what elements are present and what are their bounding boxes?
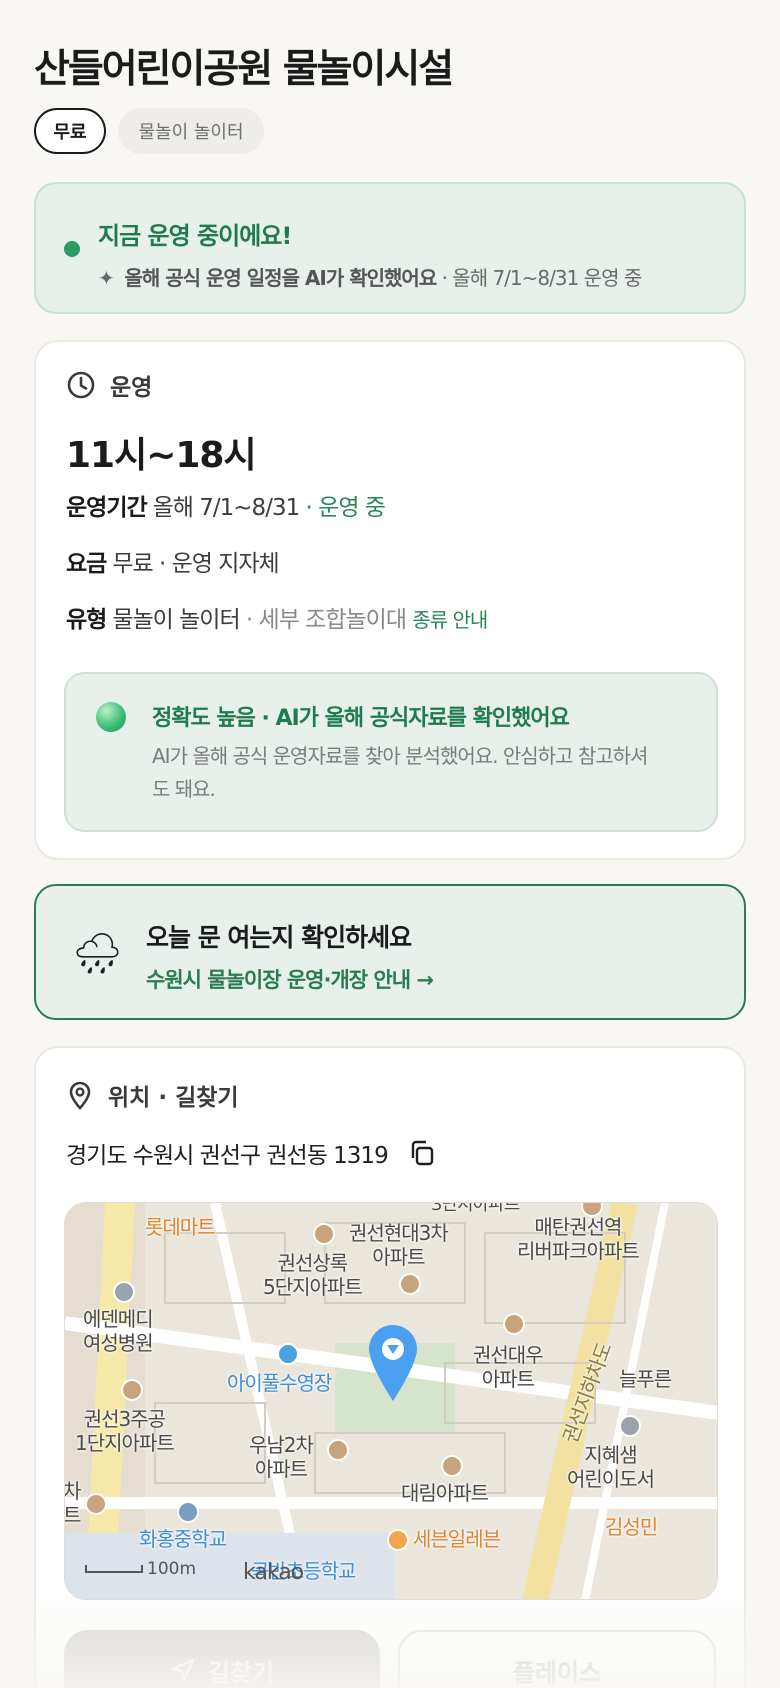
page: 산들어린이공원 물놀이시설 무료 물놀이 놀이터 지금 운영 중이에요! ✦ 올… xyxy=(0,0,780,1688)
type-value: 물놀이 놀이터 xyxy=(112,607,240,633)
rain-cloud-icon: 🌧 xyxy=(72,931,123,977)
navigation-arrow-icon xyxy=(171,1658,195,1682)
sparkle-icon: ✦ xyxy=(98,266,115,290)
notice-link[interactable]: 수원시 물놀이장 운영·개장 안내 → xyxy=(146,964,434,994)
accuracy-box: 정확도 높음 · AI가 올해 공식자료를 확인했어요 AI가 올해 공식 운영… xyxy=(64,672,718,832)
place-button-label: 플레이스 xyxy=(512,1658,602,1687)
type-label: 유형 xyxy=(66,607,107,633)
apartment-icon xyxy=(121,1379,143,1401)
swimming-pool-icon xyxy=(277,1343,299,1365)
map-label-pool[interactable]: 아이풀수영장 xyxy=(227,1371,332,1395)
fee-value: 무료 · 운영 지자체 xyxy=(112,551,279,577)
map-label-seven-eleven[interactable]: 세븐일레븐 xyxy=(413,1527,501,1551)
apartment-icon xyxy=(441,1455,463,1477)
period-value: 올해 7/1~8/31 xyxy=(152,495,301,521)
status-period: · 올해 7/1~8/31 운영 중 xyxy=(436,266,643,290)
library-icon xyxy=(619,1415,641,1437)
apartment-icon xyxy=(503,1313,525,1335)
map-label-daelim[interactable]: 대림아파트 xyxy=(401,1481,489,1505)
address-text: 경기도 수원시 권선구 권선동 1319 xyxy=(66,1143,389,1169)
map-scale: 100m xyxy=(85,1559,196,1579)
hours-section-header: 운영 xyxy=(66,368,152,402)
fee-row: 요금 무료 · 운영 지자체 xyxy=(66,544,280,578)
fee-chip[interactable]: 무료 xyxy=(34,108,106,154)
status-verified: 올해 공식 운영 일정을 AI가 확인했어요 xyxy=(124,266,437,290)
kakao-map-logo: kakao xyxy=(243,1560,304,1585)
period-row: 운영기간 올해 7/1~8/31 · 운영 중 xyxy=(66,488,386,522)
map-label-maetan[interactable]: 매탄권선역 리버파크아파트 xyxy=(517,1215,640,1263)
location-card: 위치 · 길찾기 경기도 수원시 권선구 권선동 1319 롯데마트 3단지아파… xyxy=(34,1046,746,1688)
place-button[interactable]: 플레이스 xyxy=(398,1630,716,1688)
fee-label: 요금 xyxy=(66,551,107,577)
map-label-kimsung[interactable]: 김성민 xyxy=(605,1515,658,1539)
map-label-jihye[interactable]: 지혜샘 어린이도서 xyxy=(567,1443,655,1491)
location-section-title: 위치 · 길찾기 xyxy=(108,1085,239,1111)
school-icon xyxy=(177,1501,199,1523)
status-dot-icon xyxy=(64,241,80,257)
period-status: · 운영 중 xyxy=(305,495,386,521)
status-headline: 지금 운영 중이에요! xyxy=(98,222,292,250)
map-label-hyundai[interactable]: 권선현대3차 아파트 xyxy=(349,1221,449,1269)
apartment-icon xyxy=(85,1493,107,1515)
map-label-lotte-mart[interactable]: 롯데마트 xyxy=(145,1215,216,1239)
hours-time: 11시~18시 xyxy=(66,435,257,476)
map-label-cha[interactable]: 차 트 xyxy=(65,1479,81,1527)
map-scale-label: 100m xyxy=(147,1559,197,1579)
map-label-sangrok[interactable]: 권선상록 5단지아파트 xyxy=(263,1251,363,1299)
map-label-daewoo[interactable]: 권선대우 아파트 xyxy=(473,1343,544,1391)
map-label-eden[interactable]: 에덴메디 여성병원 xyxy=(83,1307,154,1355)
map-label-jugong[interactable]: 권선3주공 1단지아파트 xyxy=(75,1407,175,1455)
status-subtext: ✦ 올해 공식 운영 일정을 AI가 확인했어요 · 올해 7/1~8/31 운… xyxy=(98,262,643,291)
route-button-label: 길찾기 xyxy=(207,1658,275,1687)
hospital-icon xyxy=(113,1281,135,1303)
operating-status-banner: 지금 운영 중이에요! ✦ 올해 공식 운영 일정을 AI가 확인했어요 · 올… xyxy=(34,182,746,314)
apartment-icon xyxy=(399,1273,421,1295)
convenience-store-icon xyxy=(387,1529,409,1551)
route-button[interactable]: 길찾기 xyxy=(64,1630,380,1688)
accuracy-body: AI가 올해 공식 운영자료를 찾아 분석했어요. 안심하고 참고하셔도 돼요. xyxy=(152,744,648,801)
period-label: 운영기간 xyxy=(66,495,148,521)
copy-icon[interactable] xyxy=(408,1139,436,1167)
apartment-icon xyxy=(313,1223,335,1245)
apartment-icon xyxy=(327,1439,349,1461)
clock-icon xyxy=(67,371,95,399)
open-check-notice[interactable]: 🌧 오늘 문 여는지 확인하세요 수원시 물놀이장 운영·개장 안내 → xyxy=(34,884,746,1020)
hours-section-title: 운영 xyxy=(110,375,153,401)
map-label-hwaho[interactable]: 화홍중학교 xyxy=(139,1527,227,1551)
accuracy-headline: 정확도 높음 · AI가 올해 공식자료를 확인했어요 xyxy=(152,706,570,731)
type-detail: · 세부 조합놀이대 xyxy=(239,607,407,633)
type-guide-link[interactable]: 종류 안내 xyxy=(412,608,488,632)
type-row: 유형 물놀이 놀이터 · 세부 조합놀이대 종류 안내 xyxy=(66,600,488,634)
hours-card: 운영 11시~18시 운영기간 올해 7/1~8/31 · 운영 중 요금 무료 ·… xyxy=(34,340,746,860)
map-label-neulpu[interactable]: 늘푸른 xyxy=(619,1367,672,1391)
accuracy-orb-icon xyxy=(96,702,126,732)
map-label-top[interactable]: 3단지아파트 xyxy=(431,1203,520,1217)
location-section-header: 위치 · 길찾기 xyxy=(66,1078,239,1112)
page-title: 산들어린이공원 물놀이시설 xyxy=(34,47,454,92)
map-view[interactable]: 롯데마트 3단지아파트 권선현대3차 아파트 매탄권선역 리버파크아파트 권선상… xyxy=(64,1202,718,1600)
type-chip[interactable]: 물놀이 놀이터 xyxy=(118,108,264,154)
address-row: 경기도 수원시 권선구 권선동 1319 xyxy=(66,1136,436,1170)
location-pin-icon xyxy=(69,1081,91,1110)
notice-headline: 오늘 문 여는지 확인하세요 xyxy=(146,923,412,952)
map-label-unam[interactable]: 우남2차 아파트 xyxy=(249,1433,314,1481)
